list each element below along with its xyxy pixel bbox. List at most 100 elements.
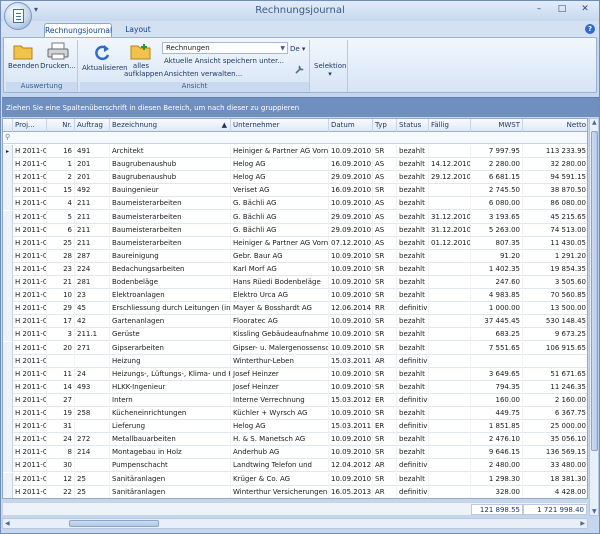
- cell-bezeichnung[interactable]: Bauingenieur: [110, 184, 231, 198]
- row-indicator[interactable]: [3, 184, 13, 198]
- cell-status[interactable]: bezahlt: [397, 289, 429, 303]
- cell-unternehmer[interactable]: Kissling Gebäudeaufnahmen: [231, 328, 329, 342]
- tab-rechnungsjournal[interactable]: Rechnungsjournal: [44, 23, 112, 37]
- cell-status[interactable]: definitiv: [397, 302, 429, 316]
- cell-projekt[interactable]: H 2011-03: [13, 145, 47, 158]
- table-row[interactable]: H 2011-031124Heizungs-, Lüftungs-, Klima…: [3, 367, 587, 381]
- cell-auftrag[interactable]: 211: [75, 223, 110, 237]
- cell-netto[interactable]: 106 915.65: [523, 342, 587, 355]
- cell-datum[interactable]: 10.09.2010: [329, 289, 373, 303]
- cell-bezeichnung[interactable]: Baumeisterarbeiten: [110, 236, 231, 250]
- drucken-button[interactable]: Drucken...: [40, 42, 76, 70]
- cell-status[interactable]: bezahlt: [397, 158, 429, 172]
- row-indicator[interactable]: [3, 262, 13, 276]
- col-header-auftrag[interactable]: Auftrag: [75, 119, 110, 132]
- cell-datum[interactable]: 12.06.2014: [329, 302, 373, 316]
- cell-typ[interactable]: SR: [373, 328, 397, 342]
- cell-faellig[interactable]: [429, 276, 471, 289]
- row-indicator[interactable]: [3, 210, 13, 224]
- cell-bezeichnung[interactable]: Baureinigung: [110, 249, 231, 263]
- col-header-bezeichnung[interactable]: Bezeichnung ▲: [110, 119, 231, 132]
- table-row[interactable]: H 2011-0328287BaureinigungGebr. Baur AG1…: [3, 249, 587, 263]
- cell-nr[interactable]: 3: [47, 328, 75, 342]
- table-row[interactable]: H 2011-031201BaugrubenaushubHelog AG16.0…: [3, 158, 587, 172]
- cell-unternehmer[interactable]: Küchler + Wyrsch AG: [231, 407, 329, 420]
- cell-unternehmer[interactable]: Heiniger & Partner AG Vorna...: [231, 236, 329, 250]
- cell-auftrag[interactable]: 211: [75, 210, 110, 224]
- cell-faellig[interactable]: [429, 302, 471, 316]
- table-row[interactable]: H 2011-0315492BauingenieurVeriset AG16.0…: [3, 184, 587, 198]
- cell-projekt[interactable]: H 2011-03: [13, 289, 47, 303]
- cell-typ[interactable]: AS: [373, 223, 397, 237]
- cell-datum[interactable]: 07.12.2010: [329, 236, 373, 250]
- cell-nr[interactable]: 31: [47, 420, 75, 434]
- row-indicator[interactable]: [3, 197, 13, 211]
- cell-auftrag[interactable]: 25: [75, 472, 110, 486]
- cell-nr[interactable]: 14: [47, 380, 75, 394]
- cell-faellig[interactable]: [429, 380, 471, 394]
- cell-datum[interactable]: 16.09.2010: [329, 158, 373, 172]
- tab-layout[interactable]: Layout: [123, 23, 153, 37]
- cell-unternehmer[interactable]: Winterthur Versicherungen: [231, 485, 329, 498]
- row-indicator[interactable]: [3, 302, 13, 316]
- cell-bezeichnung[interactable]: Architekt: [110, 145, 231, 158]
- col-header-netto[interactable]: Netto: [523, 119, 587, 132]
- cell-netto[interactable]: 11 246.35: [523, 381, 587, 394]
- cell-bezeichnung[interactable]: Gipserarbeiten: [110, 341, 231, 355]
- cell-auftrag[interactable]: 258: [75, 407, 110, 420]
- cell-mwst[interactable]: 794.35: [471, 380, 523, 394]
- cell-bezeichnung[interactable]: Bedachungsarbeiten: [110, 262, 231, 276]
- cell-faellig[interactable]: [429, 315, 471, 329]
- cell-projekt[interactable]: H 2011-03: [13, 236, 47, 250]
- table-row[interactable]: H 2011-03 HeizungWinterthur-Leben15.03.20…: [3, 354, 587, 368]
- cell-status[interactable]: bezahlt: [397, 276, 429, 289]
- table-row[interactable]: H 2011-035211BaumeisterarbeitenG. Bächli…: [3, 210, 587, 224]
- cell-netto[interactable]: 38 870.50: [523, 184, 587, 197]
- table-row[interactable]: H 2011-032225SanitäranlagenWinterthur Ve…: [3, 485, 587, 498]
- row-indicator[interactable]: [3, 223, 13, 237]
- cell-typ[interactable]: SR: [373, 380, 397, 394]
- row-indicator[interactable]: [3, 420, 13, 434]
- cell-bezeichnung[interactable]: Gartenanlagen: [110, 315, 231, 329]
- table-row[interactable]: H 2011-0319258KücheneinrichtungenKüchler…: [3, 407, 587, 420]
- cell-faellig[interactable]: 14.12.2010: [429, 158, 471, 172]
- cell-nr[interactable]: 6: [47, 223, 75, 237]
- cell-netto[interactable]: [523, 355, 587, 368]
- col-header-status[interactable]: Status: [397, 119, 429, 132]
- col-header-typ[interactable]: Typ: [373, 119, 397, 132]
- cell-faellig[interactable]: [429, 328, 471, 342]
- cell-bezeichnung[interactable]: Baugrubenaushub: [110, 158, 231, 172]
- application-menu-button[interactable]: [4, 2, 32, 30]
- cell-faellig[interactable]: [429, 341, 471, 355]
- cell-nr[interactable]: 8: [47, 446, 75, 460]
- cell-status[interactable]: definitiv: [397, 485, 429, 498]
- cell-auftrag[interactable]: 281: [75, 276, 110, 289]
- table-row[interactable]: H 2011-034211BaumeisterarbeitenG. Bächli…: [3, 197, 587, 211]
- cell-datum[interactable]: 10.09.2010: [329, 433, 373, 447]
- cell-netto[interactable]: 74 513.00: [523, 224, 587, 237]
- row-indicator[interactable]: [3, 380, 13, 394]
- cell-projekt[interactable]: H 2011-03: [13, 276, 47, 289]
- cell-faellig[interactable]: [429, 433, 471, 447]
- cell-faellig[interactable]: [429, 485, 471, 498]
- cell-typ[interactable]: SR: [373, 145, 397, 158]
- col-header-mwst[interactable]: MWST: [471, 119, 523, 132]
- cell-projekt[interactable]: H 2011-03: [13, 367, 47, 381]
- cell-status[interactable]: bezahlt: [397, 407, 429, 420]
- table-row[interactable]: H 2011-0331 LieferungHelog AG15.03.2011ER…: [3, 420, 587, 434]
- cell-mwst[interactable]: 683.25: [471, 328, 523, 342]
- cell-status[interactable]: bezahlt: [397, 472, 429, 486]
- close-icon[interactable]: ✕: [575, 3, 595, 17]
- cell-mwst[interactable]: 3 649.65: [471, 367, 523, 381]
- cell-typ[interactable]: SR: [373, 289, 397, 303]
- cell-bezeichnung[interactable]: Intern: [110, 393, 231, 407]
- table-row[interactable]: H 2011-0320271GipserarbeitenGipser- u. M…: [3, 341, 587, 355]
- cell-bezeichnung[interactable]: Montagebau in Holz: [110, 446, 231, 460]
- cell-datum[interactable]: 10.09.2010: [329, 446, 373, 460]
- cell-projekt[interactable]: H 2011-03: [13, 210, 47, 224]
- cell-projekt[interactable]: H 2011-03: [13, 354, 47, 368]
- cell-faellig[interactable]: 31.12.2010: [429, 223, 471, 237]
- cell-projekt[interactable]: H 2011-03: [13, 485, 47, 498]
- table-row[interactable]: H 2011-031023ElektroanlagenElektro Urca …: [3, 289, 587, 303]
- cell-auftrag[interactable]: 272: [75, 433, 110, 447]
